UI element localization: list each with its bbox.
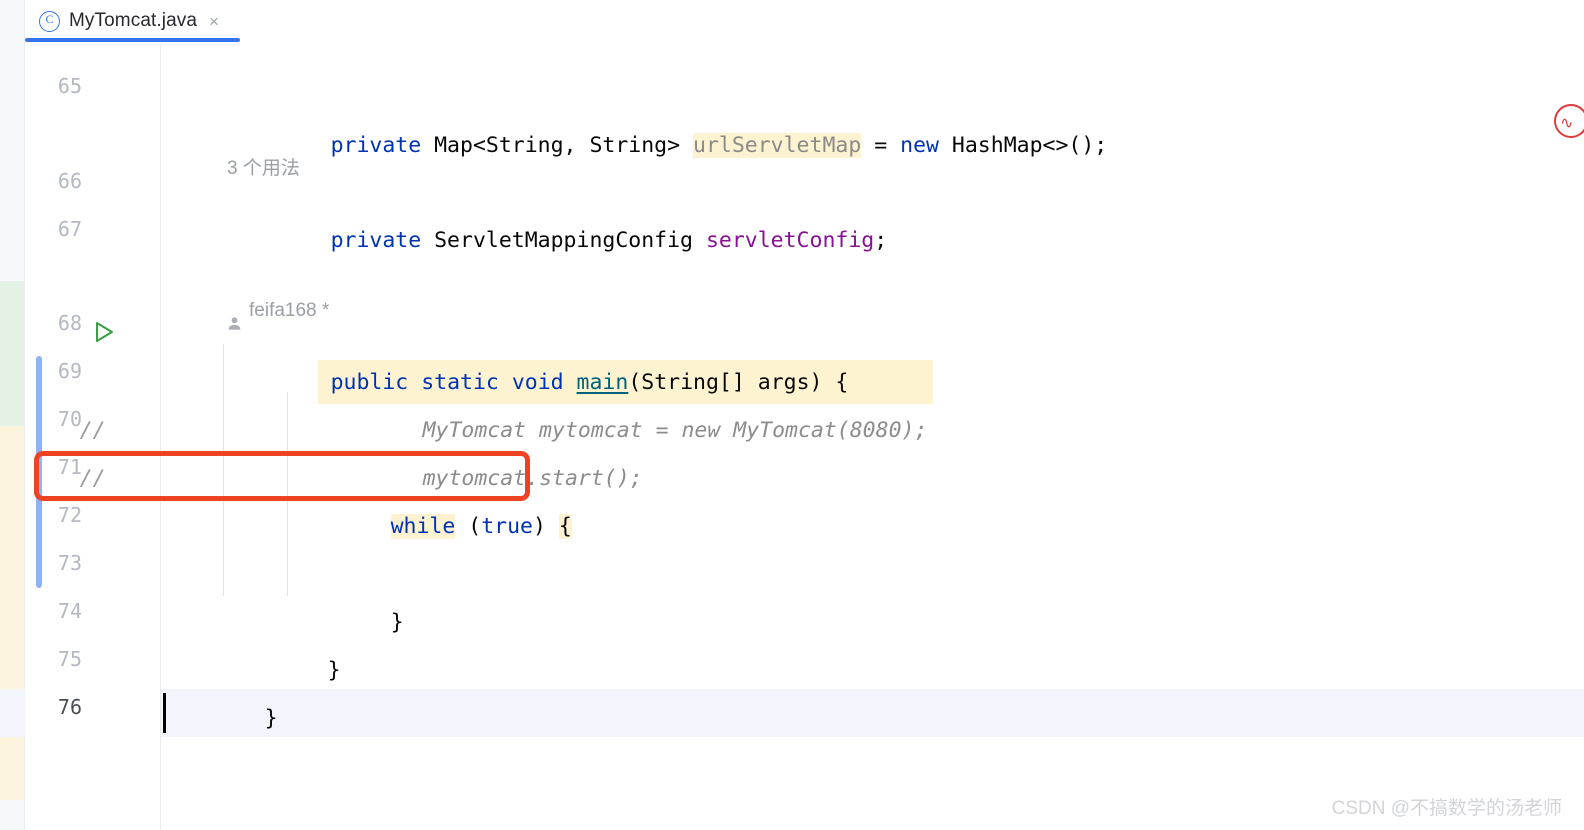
line-number: 75 xyxy=(57,647,82,671)
line-number: 66 xyxy=(57,169,82,193)
token-keyword: new xyxy=(900,133,939,158)
line-number: 68 xyxy=(57,311,82,335)
tab-label: MyTomcat.java xyxy=(69,10,198,31)
java-class-icon: C xyxy=(39,10,60,32)
inspection-glyph: ∿ xyxy=(1560,113,1574,132)
token-text: Map<String, String> xyxy=(421,133,693,158)
inspection-error-icon[interactable]: ∿ xyxy=(1554,104,1584,138)
token-text: HashMap<>(); xyxy=(938,133,1108,158)
code-line-74: } xyxy=(161,599,1584,683)
watermark: CSDN @不搞数学的汤老师 xyxy=(1331,798,1562,819)
code-line-66: private ServletMappingConfig servletConf… xyxy=(161,169,1584,253)
code-line-75: } xyxy=(161,647,1584,731)
tab-mytomcat-java[interactable]: C MyTomcat.java × xyxy=(25,0,229,42)
line-number: 74 xyxy=(57,599,82,623)
commented-line-marker: // xyxy=(79,466,106,491)
tab-bar-left-gutter xyxy=(0,0,25,44)
commented-line-marker: // xyxy=(79,418,106,443)
code-block-marker xyxy=(36,356,42,588)
ide-editor-window: C MyTomcat.java × 65 66 67 68 69 70 71 7… xyxy=(0,0,1584,830)
active-tab-indicator xyxy=(25,38,240,42)
line-number: 65 xyxy=(57,74,82,98)
run-play-icon[interactable] xyxy=(92,320,116,344)
line-number: 73 xyxy=(57,551,82,575)
token-text: = xyxy=(861,133,901,158)
code-line-69: MyTomcat mytomcat = new MyTomcat(8080); xyxy=(161,359,1584,443)
code-editor[interactable]: 65 66 67 68 69 70 71 72 73 74 75 76 // /… xyxy=(0,44,1584,830)
code-line-65: private Map<String, String> urlServletMa… xyxy=(161,74,1584,158)
code-line-71: while (true) { xyxy=(161,455,1584,539)
code-text-area[interactable]: private Map<String, String> urlServletMa… xyxy=(161,44,1584,830)
line-number: 76 xyxy=(57,695,82,719)
code-line-70: mytomcat.start(); xyxy=(161,407,1584,491)
text-caret xyxy=(163,693,166,733)
code-line-68: public static void main(String[] args) { xyxy=(161,311,1584,395)
token-field-highlighted: urlServletMap xyxy=(693,133,862,158)
editor-bottom-left-strip xyxy=(0,800,24,830)
line-number: 67 xyxy=(57,217,82,241)
close-icon[interactable]: × xyxy=(209,13,219,30)
editor-tab-bar: C MyTomcat.java × xyxy=(0,0,1584,45)
token-keyword: private xyxy=(330,133,422,158)
code-line-73: } xyxy=(161,551,1584,635)
